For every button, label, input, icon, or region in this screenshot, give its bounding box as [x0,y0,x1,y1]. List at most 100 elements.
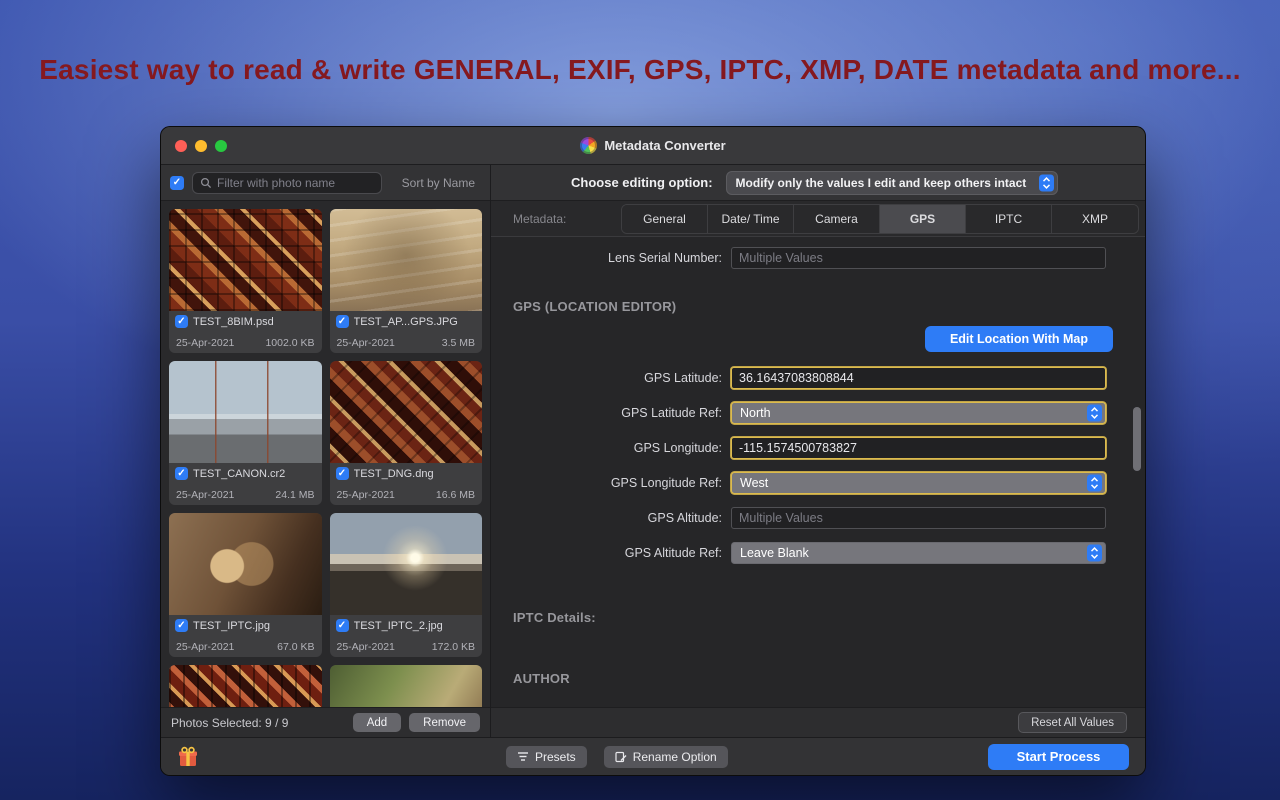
tab-date-time[interactable]: Date/ Time [708,205,794,233]
photo-card[interactable]: TEST_AP...GPS.JPG 25-Apr-2021 3.5 MB [330,209,483,353]
gps-altitude-input[interactable] [731,507,1106,529]
author-section-title: AUTHOR [513,671,1145,686]
editor-scroll-area: Lens Serial Number: GPS (LOCATION EDITOR… [491,237,1145,707]
tab-general[interactable]: General [622,205,708,233]
gps-longitude-ref-label: GPS Longitude Ref: [513,476,731,490]
photo-checkbox[interactable] [336,467,349,480]
lens-serial-label: Lens Serial Number: [513,251,731,265]
photos-selected-status: Photos Selected: 9 / 9 [171,716,288,730]
photo-name: TEST_8BIM.psd [193,316,274,328]
traffic-lights [175,127,227,164]
photo-date: 25-Apr-2021 [337,489,395,501]
window-title: Metadata Converter [604,138,725,153]
footer-center-buttons: Presets Rename Option [506,746,728,768]
gps-latitude-row: GPS Latitude: [513,367,1145,389]
stepper-icon [1087,405,1102,422]
tab-iptc[interactable]: IPTC [966,205,1052,233]
photo-card[interactable] [169,665,322,707]
metadata-tabs-bar: Metadata: General Date/ Time Camera GPS … [491,201,1145,237]
gps-longitude-ref-value: West [740,476,768,490]
app-icon [580,137,597,154]
photo-checkbox[interactable] [336,619,349,632]
scrollbar-thumb[interactable] [1133,407,1141,471]
gps-altitude-ref-value: Leave Blank [740,546,809,560]
gps-altitude-ref-row: GPS Altitude Ref: Leave Blank [513,542,1145,564]
presets-button-label: Presets [535,750,576,764]
editor-bottombar: Reset All Values [491,707,1145,737]
photo-sidebar: Sort by Name TEST_8BIM.psd 25-Apr-2021 1… [161,165,491,737]
photo-size: 24.1 MB [275,489,314,501]
minimize-window-button[interactable] [195,140,207,152]
photo-card[interactable]: TEST_CANON.cr2 25-Apr-2021 24.1 MB [169,361,322,505]
photo-thumbnail[interactable] [330,209,483,311]
photo-size: 1002.0 KB [265,337,314,349]
photo-thumbnail[interactable] [330,665,483,707]
gps-longitude-ref-select[interactable]: West [731,472,1106,494]
presets-button[interactable]: Presets [506,746,587,768]
choose-editing-option-label: Choose editing option: [571,175,713,190]
window-titlebar: Metadata Converter [161,127,1145,165]
photo-thumbnail[interactable] [169,361,322,463]
sidebar-toolbar: Sort by Name [161,165,490,201]
edit-location-with-map-button[interactable]: Edit Location With Map [925,326,1113,352]
photo-thumbnail[interactable] [330,513,483,615]
photo-checkbox[interactable] [175,315,188,328]
photo-card[interactable]: TEST_8BIM.psd 25-Apr-2021 1002.0 KB [169,209,322,353]
photo-size: 172.0 KB [432,641,475,653]
editing-option-dropdown[interactable]: Modify only the values I edit and keep o… [726,171,1058,195]
add-photos-button[interactable]: Add [353,713,401,732]
photo-date: 25-Apr-2021 [176,489,234,501]
gift-icon[interactable] [177,746,199,768]
photo-thumbnail[interactable] [169,513,322,615]
gps-longitude-ref-row: GPS Longitude Ref: West [513,472,1145,494]
tab-camera[interactable]: Camera [794,205,880,233]
sidebar-statusbar: Photos Selected: 9 / 9 Add Remove [161,707,490,737]
photo-date: 25-Apr-2021 [337,641,395,653]
gps-longitude-input[interactable] [731,437,1106,459]
photo-checkbox[interactable] [175,619,188,632]
gps-latitude-label: GPS Latitude: [513,371,731,385]
remove-photos-button[interactable]: Remove [409,713,480,732]
metadata-editor-panel: Choose editing option: Modify only the v… [491,165,1145,737]
photo-grid: TEST_8BIM.psd 25-Apr-2021 1002.0 KB TEST… [161,201,490,707]
editing-option-bar: Choose editing option: Modify only the v… [491,165,1145,201]
presets-icon [517,751,529,762]
hero-headline: Easiest way to read & write GENERAL, EXI… [0,54,1280,86]
close-window-button[interactable] [175,140,187,152]
gps-latitude-ref-select[interactable]: North [731,402,1106,424]
gps-altitude-row: GPS Altitude: [513,507,1145,529]
gps-latitude-ref-value: North [740,406,771,420]
gps-altitude-ref-label: GPS Altitude Ref: [513,546,731,560]
sort-by-name-label[interactable]: Sort by Name [402,176,481,190]
lens-serial-input[interactable] [731,247,1106,269]
photo-card[interactable]: TEST_IPTC.jpg 25-Apr-2021 67.0 KB [169,513,322,657]
reset-all-values-button[interactable]: Reset All Values [1018,712,1127,733]
photo-card[interactable]: TEST_DNG.dng 25-Apr-2021 16.6 MB [330,361,483,505]
photo-checkbox[interactable] [336,315,349,328]
gps-latitude-ref-label: GPS Latitude Ref: [513,406,731,420]
photo-thumbnail[interactable] [330,361,483,463]
gps-altitude-label: GPS Altitude: [513,511,731,525]
rename-option-button[interactable]: Rename Option [604,746,728,768]
gps-longitude-label: GPS Longitude: [513,441,731,455]
photo-name: TEST_DNG.dng [354,468,434,480]
photo-checkbox[interactable] [175,467,188,480]
photo-date: 25-Apr-2021 [176,641,234,653]
editing-option-value: Modify only the values I edit and keep o… [736,176,1027,190]
photo-filter-input[interactable] [217,176,374,190]
gps-latitude-input[interactable] [731,367,1106,389]
photo-card[interactable] [330,665,483,707]
start-process-button[interactable]: Start Process [988,744,1129,770]
tab-xmp[interactable]: XMP [1052,205,1138,233]
photo-filter-field[interactable] [192,172,382,194]
select-all-checkbox[interactable] [170,176,184,190]
photo-thumbnail[interactable] [169,209,322,311]
photo-size: 3.5 MB [442,337,475,349]
photo-card[interactable]: TEST_IPTC_2.jpg 25-Apr-2021 172.0 KB [330,513,483,657]
zoom-window-button[interactable] [215,140,227,152]
tab-gps[interactable]: GPS [880,205,966,233]
stepper-icon [1087,475,1102,492]
gps-altitude-ref-select[interactable]: Leave Blank [731,542,1106,564]
stepper-icon [1087,545,1102,562]
photo-thumbnail[interactable] [169,665,322,707]
